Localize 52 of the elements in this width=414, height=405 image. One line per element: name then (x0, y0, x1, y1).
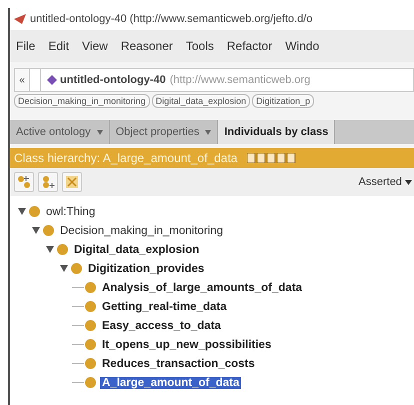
class-icon (71, 263, 82, 274)
tab[interactable]: Object properties (110, 120, 218, 144)
tree-item[interactable]: It_opens_up_new_possibilities (100, 338, 274, 350)
tree-item[interactable]: Analysis_of_large_amounts_of_data (100, 282, 304, 294)
tree-item[interactable]: Reduces_transaction_costs (100, 358, 257, 370)
class-icon (85, 320, 96, 331)
class-icon (85, 339, 96, 350)
window-title: untitled-ontology-40 (http://www.semanticweb.org/jefto.d/o (30, 13, 312, 25)
tab[interactable]: Individuals by class (218, 120, 336, 144)
menu-item[interactable]: File (16, 39, 36, 53)
ontology-name: untitled-ontology-40 (60, 74, 166, 86)
expand-toggle-icon[interactable] (46, 246, 54, 253)
tree-item[interactable]: Easy_access_to_data (100, 320, 223, 332)
class-icon (85, 377, 96, 388)
add-sibling-icon[interactable] (38, 172, 58, 192)
class-icon (85, 358, 96, 369)
menu-item[interactable]: Tools (186, 39, 214, 53)
add-subclass-icon[interactable] (14, 172, 34, 192)
tree-item[interactable]: Getting_real-time_data (100, 300, 229, 312)
breadcrumb[interactable]: Digital_data_explosion (152, 94, 250, 108)
delete-class-icon[interactable] (62, 172, 82, 192)
breadcrumb[interactable]: Digitization_p (252, 94, 314, 108)
expand-toggle-icon[interactable] (60, 265, 68, 272)
caret-icon[interactable] (205, 130, 212, 134)
address-bar[interactable]: « untitled-ontology-40 (http://www.semanticweb.org (14, 68, 414, 92)
caret-icon (405, 180, 412, 185)
class-icon (85, 301, 96, 312)
menu-item[interactable]: Refactor (226, 39, 272, 53)
view-mode-dropdown[interactable]: Asserted (356, 176, 414, 188)
caret-icon[interactable] (96, 130, 103, 134)
panel-title: Class hierarchy: A_large_amount_of_data (14, 151, 238, 165)
expand-toggle-icon[interactable] (18, 208, 26, 215)
class-icon (57, 244, 68, 255)
menu-item[interactable]: Edit (48, 39, 70, 53)
tree-item[interactable]: Digitization_provides (86, 262, 206, 274)
class-icon (43, 225, 54, 236)
class-icon (29, 206, 40, 217)
tree-item[interactable]: Decision_making_in_monitoring (58, 224, 226, 236)
back-button[interactable]: « (15, 69, 30, 91)
app-icon (14, 14, 26, 24)
menu-item[interactable]: Reasoner (120, 39, 173, 53)
tree-item[interactable]: Digital_data_explosion (72, 244, 202, 256)
tab[interactable]: Active ontology (10, 120, 110, 144)
class-icon (85, 282, 96, 293)
tree-item[interactable]: owl:Thing (44, 206, 98, 218)
menu-item[interactable]: Windo (285, 39, 320, 53)
menu-item[interactable]: View (82, 39, 108, 53)
ontology-iri: (http://www.semanticweb.org (170, 74, 310, 86)
breadcrumb[interactable]: Decision_making_in_monitoring (14, 94, 150, 108)
expand-toggle-icon[interactable] (32, 227, 40, 234)
ontology-icon (47, 75, 57, 85)
tree-item[interactable]: A_large_amount_of_data (100, 376, 242, 388)
